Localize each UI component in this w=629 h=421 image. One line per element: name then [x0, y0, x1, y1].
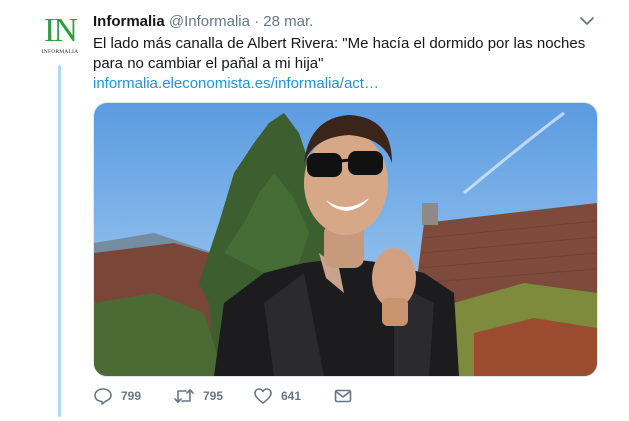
- avatar-monogram: IN: [44, 12, 78, 49]
- direct-message-button[interactable]: [333, 384, 361, 408]
- reply-button[interactable]: 799: [93, 384, 141, 408]
- tweet-header: Informalia @Informalia · 28 mar.: [93, 12, 613, 32]
- like-button[interactable]: 641: [253, 384, 301, 408]
- thread-connector-line: [58, 65, 61, 417]
- reply-icon: [94, 388, 112, 405]
- header-separator: ·: [254, 13, 260, 30]
- tweet-text: El lado más canalla de Albert Rivera: "M…: [93, 35, 586, 72]
- author-name[interactable]: Informalia: [93, 13, 165, 30]
- retweet-button[interactable]: 795: [173, 384, 223, 408]
- retweet-count: 795: [203, 389, 224, 403]
- account-avatar[interactable]: IN INFORMALIA: [38, 14, 82, 58]
- like-count: 641: [281, 389, 302, 403]
- article-link[interactable]: informalia.eleconomista.es/informalia/ac…: [93, 74, 379, 94]
- tweet-actions: 799 795 641: [93, 384, 393, 408]
- tweet-photo[interactable]: [93, 102, 598, 377]
- reply-count: 799: [121, 389, 142, 403]
- retweet-icon: [174, 389, 194, 403]
- envelope-icon: [334, 389, 352, 403]
- chevron-down-icon[interactable]: [578, 12, 596, 30]
- heart-icon: [254, 388, 272, 404]
- author-handle[interactable]: @Informalia: [169, 13, 250, 30]
- avatar-wordmark: INFORMALIA: [41, 49, 79, 55]
- tweet-date[interactable]: 28 mar.: [263, 13, 313, 30]
